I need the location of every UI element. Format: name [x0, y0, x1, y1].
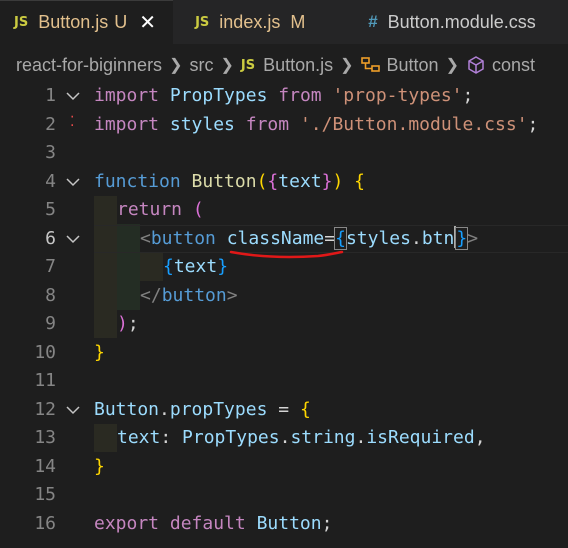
code-line: 15	[0, 481, 568, 510]
line-number: 14	[34, 455, 56, 477]
annotation-underline	[229, 250, 344, 259]
error-dots-icon: ⁚	[70, 113, 75, 130]
breadcrumb-component[interactable]: Button	[387, 55, 439, 76]
js-file-icon: JS	[195, 14, 210, 30]
code-text: </button>	[140, 284, 238, 306]
code-text: function Button({text}) {	[94, 170, 365, 192]
code-text: }	[94, 341, 105, 363]
code-line: 13 text: PropTypes.string.isRequired,	[0, 424, 568, 453]
code-line: 2 ⁚ import styles from './Button.module.…	[0, 111, 568, 140]
code-line: 11	[0, 367, 568, 396]
line-number: 13	[34, 427, 56, 448]
code-line: 16 export default Button;	[0, 510, 568, 539]
chevron-down-icon[interactable]	[66, 82, 80, 111]
js-file-icon: JS	[240, 57, 256, 73]
editor-tab-bar: JS Button.js U ✕ JS index.js M # Button.…	[0, 0, 568, 44]
chevron-down-icon[interactable]	[66, 168, 80, 197]
code-text: export default Button;	[94, 512, 333, 534]
code-text: text: PropTypes.string.isRequired,	[117, 427, 486, 448]
tab-button-module-css[interactable]: # Button.module.css	[354, 0, 568, 44]
breadcrumb-src[interactable]: src	[189, 55, 213, 76]
code-line: 3	[0, 139, 568, 168]
code-text: );	[117, 313, 139, 334]
code-text: import PropTypes from 'prop-types';	[94, 85, 474, 106]
breadcrumb-const[interactable]: const	[492, 55, 535, 76]
code-text: }	[94, 455, 105, 477]
line-number: 9	[45, 313, 56, 334]
chevron-right-icon: ❯	[220, 57, 234, 74]
tab-index-js[interactable]: JS index.js M	[173, 0, 354, 44]
tab-label: index.js	[219, 11, 281, 32]
code-line: 14 }	[0, 453, 568, 482]
breadcrumb-file[interactable]: Button.js	[263, 55, 333, 76]
line-number: 10	[34, 341, 56, 363]
line-number: 4	[45, 170, 56, 192]
code-line: 1 import PropTypes from 'prop-types';	[0, 82, 568, 111]
code-text: import styles from './Button.module.css'…	[94, 113, 539, 135]
git-status-badge: M	[290, 11, 306, 32]
component-icon	[360, 56, 381, 74]
tab-label: Button.module.css	[387, 11, 536, 32]
close-icon[interactable]: ✕	[139, 10, 156, 35]
chevron-right-icon: ❯	[445, 57, 459, 74]
js-file-icon: JS	[14, 15, 29, 30]
code-text: return (	[117, 199, 204, 220]
line-number: 16	[34, 512, 56, 534]
code-line: 4 function Button({text}) {	[0, 168, 568, 197]
chevron-right-icon: ❯	[169, 57, 183, 74]
line-number: 3	[45, 142, 56, 163]
code-line: 5 return (	[0, 196, 568, 225]
code-line: 12 Button.propTypes = {	[0, 396, 568, 425]
line-number: 7	[45, 256, 56, 277]
line-number: 15	[34, 484, 56, 505]
line-number: 1	[45, 85, 56, 106]
line-number: 6	[45, 227, 56, 249]
code-line: 10 }	[0, 339, 568, 368]
code-text: Button.propTypes = {	[94, 398, 311, 420]
line-number: 11	[34, 370, 56, 391]
code-editor[interactable]: 1 import PropTypes from 'prop-types'; 2 …	[0, 82, 568, 548]
line-number: 8	[45, 284, 56, 306]
line-number: 5	[45, 199, 56, 220]
css-file-icon: #	[368, 12, 378, 31]
git-status-badge: U	[114, 12, 128, 32]
breadcrumb: react-for-biginners ❯ src ❯ JS Button.js…	[0, 44, 568, 86]
chevron-right-icon: ❯	[340, 57, 354, 74]
chevron-down-icon[interactable]	[66, 225, 80, 254]
line-number: 12	[34, 398, 56, 420]
code-line: 9 );	[0, 310, 568, 339]
tab-button-js[interactable]: JS Button.js U ✕	[0, 0, 174, 44]
chevron-down-icon[interactable]	[66, 396, 80, 425]
code-text: {text}	[163, 256, 229, 277]
breadcrumb-folder[interactable]: react-for-biginners	[16, 55, 162, 76]
code-line: 8 </button>	[0, 282, 568, 311]
line-number: 2	[45, 113, 56, 135]
tab-label: Button.js	[38, 12, 109, 32]
cube-icon	[466, 55, 486, 75]
